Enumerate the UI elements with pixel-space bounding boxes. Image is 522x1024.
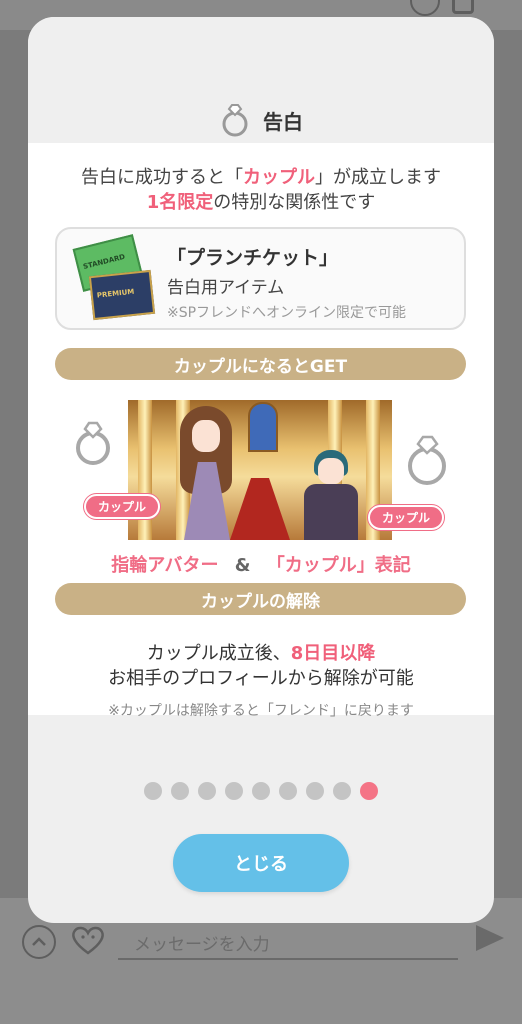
page-indicator [28, 782, 494, 800]
modal-header: 告白 [28, 17, 494, 143]
grid-icon [452, 0, 474, 14]
ticket-image: STANDARD PREMIUM [72, 234, 156, 321]
ring-right-icon [408, 435, 446, 485]
get-result-text: 指輪アバター & 「カップル」表記 [28, 551, 494, 577]
intro-line1-suffix: 」が成立します [315, 167, 441, 188]
ticket-card: STANDARD PREMIUM 「プランチケット」 告白用アイテム ※SPフレ… [55, 227, 466, 330]
release-text: カップル成立後、8日目以降 お相手のプロフィールから解除が可能 [28, 641, 494, 691]
ring-icon [222, 104, 248, 137]
couple-avatar-image [128, 400, 392, 540]
couple-tag-left: カップル [84, 494, 161, 519]
ticket-subtitle: 告白用アイテム [167, 278, 285, 298]
page-dot[interactable] [144, 782, 162, 800]
intro-line2-highlight: 1名限定 [146, 192, 214, 213]
page-dot[interactable] [279, 782, 297, 800]
message-input-underline [118, 958, 458, 960]
message-input[interactable]: メッセージを入力 [134, 930, 270, 955]
page-dot[interactable] [252, 782, 270, 800]
page-dot[interactable] [225, 782, 243, 800]
intro-text: 告白に成功すると「カップル」が成立します 1名限定の特別な関係性です [28, 165, 494, 215]
premium-ticket-label: PREMIUM [96, 287, 135, 300]
page-dot[interactable] [198, 782, 216, 800]
page-dot-active[interactable] [360, 782, 378, 800]
intro-line1-prefix: 告白に成功すると「 [81, 167, 243, 188]
send-icon[interactable] [476, 925, 504, 951]
heart-stamp-icon[interactable] [70, 924, 106, 956]
confession-modal: 告白 告白に成功すると「カップル」が成立します 1名限定の特別な関係性です ST… [28, 17, 494, 923]
modal-title: 告白 [263, 109, 303, 134]
info-icon [410, 0, 440, 16]
release-bar: カップルの解除 [55, 583, 466, 615]
release-line1-highlight: 8日目以降 [290, 643, 376, 664]
page-dot[interactable] [171, 782, 189, 800]
premium-ticket: PREMIUM [88, 269, 156, 321]
modal-content: 告白に成功すると「カップル」が成立します 1名限定の特別な関係性です STAND… [28, 143, 494, 719]
ring-left-icon [76, 421, 110, 465]
result-ring-avatar: 指輪アバター [111, 555, 219, 576]
intro-line1-highlight: カップル [243, 167, 315, 188]
release-line2: お相手のプロフィールから解除が可能 [108, 668, 414, 689]
close-button[interactable]: とじる [173, 834, 349, 892]
release-line1-prefix: カップル成立後、 [146, 643, 291, 664]
page-dot[interactable] [333, 782, 351, 800]
couple-tag-right: カップル [368, 505, 445, 530]
intro-line2-suffix: の特別な関係性です [213, 192, 376, 213]
expand-up-icon[interactable] [22, 925, 56, 959]
result-couple-label: 「カップル」表記 [266, 555, 411, 576]
ticket-title: 「プランチケット」 [167, 247, 339, 269]
get-bar: カップルになるとGET [55, 348, 466, 380]
page-dot[interactable] [306, 782, 324, 800]
ticket-note: ※SPフレンドへオンライン限定で可能 [167, 305, 407, 321]
result-ampersand: & [234, 555, 251, 576]
release-note: ※カップルは解除すると「フレンド」に戻ります [108, 703, 414, 719]
standard-ticket-label: STANDARD [82, 252, 126, 271]
